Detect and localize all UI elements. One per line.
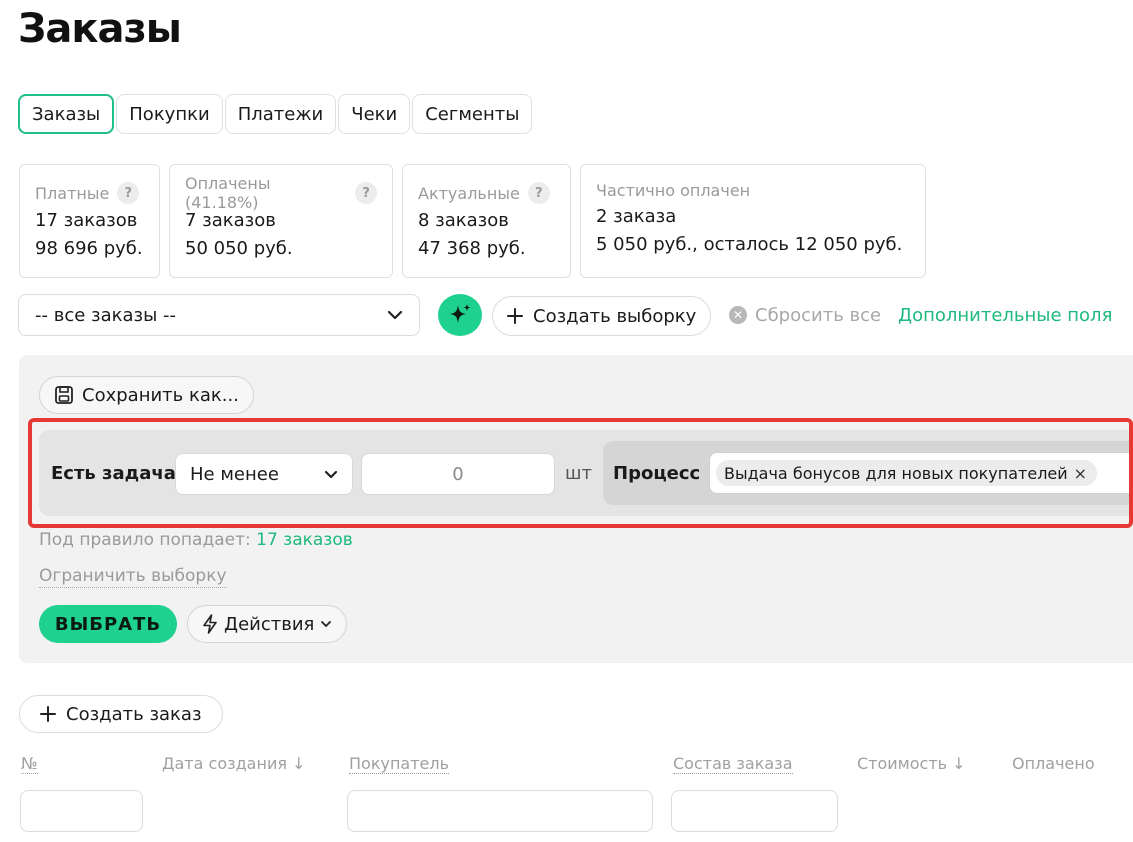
select-button[interactable]: ВЫБРАТЬ <box>39 605 177 643</box>
save-icon <box>55 386 73 404</box>
filter-customer-input[interactable] <box>347 790 653 832</box>
ai-sparkle-button[interactable] <box>438 294 482 336</box>
chevron-down-icon <box>321 621 332 627</box>
filter-panel: Сохранить как... Есть задача Не менее 0 … <box>19 355 1133 663</box>
filter-row: -- все заказы -- Создать выборку ✕ Сброс… <box>18 294 1133 336</box>
create-order-label: Создать заказ <box>66 703 202 725</box>
stat-count: 2 заказа <box>596 206 677 227</box>
stat-label: Частично оплачен <box>596 180 751 200</box>
create-selection-button[interactable]: Создать выборку <box>492 296 712 336</box>
match-count-link[interactable]: 17 заказов <box>256 530 353 550</box>
column-header-paid[interactable]: Оплачено <box>1012 754 1095 773</box>
chevron-down-icon <box>387 310 403 320</box>
orders-filter-select[interactable]: -- все заказы -- <box>18 294 420 336</box>
stat-count: 8 заказов <box>418 210 509 231</box>
stat-amount: 47 368 руб. <box>418 238 526 259</box>
help-icon[interactable]: ? <box>355 182 377 204</box>
column-header-number[interactable]: № <box>21 754 38 774</box>
lightning-icon <box>203 614 217 634</box>
tab-segments[interactable]: Сегменты <box>412 94 533 134</box>
plus-icon <box>507 308 523 324</box>
column-header-customer[interactable]: Покупатель <box>349 754 450 774</box>
filter-items-input[interactable] <box>671 790 838 832</box>
stat-count: 17 заказов <box>35 210 138 231</box>
stat-card-paid-off[interactable]: Оплачены (41.18%) ? 7 заказов 50 050 руб… <box>169 164 393 278</box>
tabs: Заказы Покупки Платежи Чеки Сегменты <box>18 94 533 134</box>
more-fields-link[interactable]: Дополнительные поля <box>898 294 1112 336</box>
tab-purchases[interactable]: Покупки <box>116 94 223 134</box>
tab-orders[interactable]: Заказы <box>18 94 115 134</box>
highlight-box <box>28 418 1133 528</box>
column-header-created[interactable]: Дата создания ↓ <box>162 754 305 773</box>
stat-amount: 50 050 руб. <box>185 238 293 259</box>
stat-card-partial[interactable]: Частично оплачен 2 заказа 5 050 руб., ос… <box>580 164 926 278</box>
close-circle-icon: ✕ <box>729 306 747 324</box>
filter-number-input[interactable] <box>20 790 143 832</box>
limit-selection-link[interactable]: Ограничить выборку <box>39 566 227 588</box>
stat-label: Актуальные <box>418 183 520 203</box>
stat-amount: 98 696 руб. <box>35 238 143 259</box>
page-title: Заказы <box>18 6 182 52</box>
stat-card-paid[interactable]: Платные ? 17 заказов 98 696 руб. <box>19 164 160 278</box>
save-as-label: Сохранить как... <box>82 384 239 406</box>
help-icon[interactable]: ? <box>527 182 550 204</box>
reset-all-button[interactable]: ✕ Сбросить все <box>729 294 881 336</box>
column-header-cost[interactable]: Стоимость ↓ <box>857 754 966 773</box>
match-text: Под правило попадает: <box>39 530 251 550</box>
tab-payments[interactable]: Платежи <box>224 94 337 134</box>
column-header-items[interactable]: Состав заказа <box>673 754 793 774</box>
stat-label: Платные <box>35 183 110 203</box>
plus-icon <box>40 706 56 722</box>
actions-button[interactable]: Действия <box>187 605 348 643</box>
select-value: -- все заказы -- <box>35 304 177 326</box>
match-info: Под правило попадает: 17 заказов <box>39 530 353 550</box>
sparkle-icon <box>450 304 471 323</box>
reset-all-label: Сбросить все <box>755 304 882 326</box>
stat-card-current[interactable]: Актуальные ? 8 заказов 47 368 руб. <box>402 164 571 278</box>
create-order-button[interactable]: Создать заказ <box>19 695 223 733</box>
tab-receipts[interactable]: Чеки <box>338 94 411 134</box>
stats-row: Платные ? 17 заказов 98 696 руб. Оплачен… <box>19 164 926 278</box>
actions-label: Действия <box>224 613 315 635</box>
stat-amount: 5 050 руб., осталось 12 050 руб. <box>596 234 903 255</box>
save-as-button[interactable]: Сохранить как... <box>39 376 254 414</box>
create-selection-label: Создать выборку <box>533 305 697 327</box>
help-icon[interactable]: ? <box>117 182 140 204</box>
